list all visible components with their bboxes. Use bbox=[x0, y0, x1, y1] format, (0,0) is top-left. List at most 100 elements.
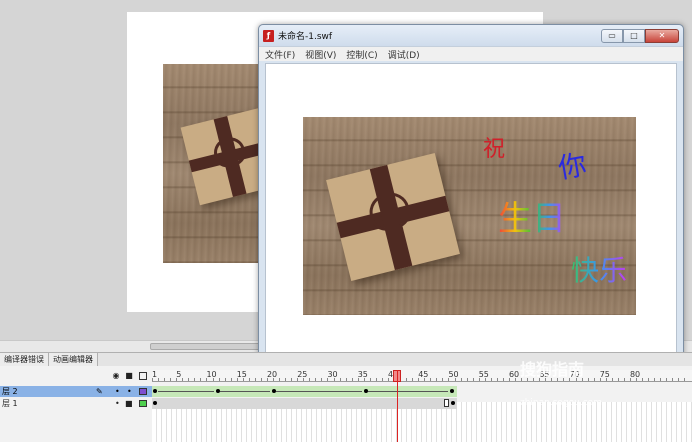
ruler-tick bbox=[617, 378, 619, 381]
ruler-label: 55 bbox=[478, 370, 489, 379]
ruler-tick bbox=[660, 378, 662, 381]
ruler-tick bbox=[285, 378, 287, 381]
layer-color-swatch[interactable] bbox=[139, 400, 147, 407]
ruler-tick bbox=[490, 378, 492, 381]
ruler-tick bbox=[678, 378, 680, 381]
ruler-tick bbox=[496, 378, 498, 381]
ruler-tick bbox=[460, 378, 462, 381]
ruler-tick bbox=[182, 378, 184, 381]
ruler-tick bbox=[648, 378, 650, 381]
visible-dot-icon[interactable]: • bbox=[115, 386, 120, 397]
ruler-tick bbox=[200, 378, 202, 381]
movie-image: 祝 你 生日 快乐 bbox=[303, 117, 636, 315]
ruler-tick bbox=[279, 378, 281, 381]
player-canvas: 祝 你 生日 快乐 bbox=[265, 63, 677, 363]
visible-dot-icon[interactable]: • bbox=[115, 398, 120, 409]
ruler-label: 50 bbox=[448, 370, 459, 379]
ruler-tick bbox=[666, 378, 668, 381]
gift-box-image bbox=[326, 152, 460, 282]
ruler-tick bbox=[218, 378, 220, 381]
ruler-label: 10 bbox=[206, 370, 217, 379]
menu-view[interactable]: 视图(V) bbox=[305, 48, 336, 61]
ruler-label: 20 bbox=[266, 370, 278, 379]
ruler-tick bbox=[587, 378, 589, 381]
lock-dot-icon[interactable]: • bbox=[127, 386, 132, 397]
ruler-tick bbox=[466, 378, 468, 381]
ruler-tick bbox=[345, 378, 347, 381]
ruler-tick bbox=[593, 378, 595, 381]
ruler-tick bbox=[684, 378, 686, 381]
restore-button[interactable]: □ bbox=[623, 28, 645, 43]
pencil-icon: ✎ bbox=[96, 387, 103, 396]
frames-layer-1[interactable] bbox=[152, 398, 457, 409]
close-button[interactable]: ✕ bbox=[645, 28, 679, 43]
lock-icon[interactable]: ■ bbox=[125, 372, 133, 380]
ruler-tick bbox=[369, 378, 371, 381]
ruler-label: 25 bbox=[297, 370, 308, 379]
ruler-label: 15 bbox=[236, 370, 247, 379]
lock-icon[interactable]: ■ bbox=[125, 398, 133, 409]
ruler-tick bbox=[381, 378, 383, 381]
ruler-tick bbox=[170, 378, 172, 381]
ruler-tick bbox=[158, 378, 160, 381]
tab-motion-editor[interactable]: 动画编辑器 bbox=[49, 353, 98, 366]
outline-icon[interactable] bbox=[139, 372, 147, 380]
panel-tabs: 编译器错误 动画编辑器 bbox=[0, 352, 692, 366]
ruler-tick bbox=[248, 378, 250, 381]
menu-file[interactable]: 文件(F) bbox=[265, 48, 295, 61]
ruler-tick bbox=[430, 378, 432, 381]
ruler-label: 5 bbox=[176, 370, 182, 379]
ruler-tick bbox=[412, 378, 414, 381]
eye-icon[interactable]: ◉ bbox=[112, 372, 120, 380]
tween-frames-layer-2[interactable] bbox=[152, 386, 457, 397]
ruler-tick bbox=[254, 378, 256, 381]
greeting-text-3: 生日 bbox=[498, 191, 566, 240]
timeline-ruler[interactable]: 15101520253035404550556065707580 bbox=[152, 370, 692, 382]
ruler-tick bbox=[309, 378, 311, 381]
ruler-label: 30 bbox=[327, 370, 338, 379]
ruler-tick bbox=[164, 378, 166, 381]
ruler-tick bbox=[406, 378, 408, 381]
greeting-text-1: 祝 bbox=[483, 137, 506, 162]
greeting-text-2: 你 bbox=[555, 147, 589, 186]
ruler-label: 35 bbox=[357, 370, 368, 379]
ruler-tick bbox=[188, 378, 190, 381]
watermark-url: zhinan.sogou.com bbox=[520, 398, 602, 408]
menu-debug[interactable]: 调试(D) bbox=[388, 48, 420, 61]
tab-compiler-errors[interactable]: 编译器错误 bbox=[0, 353, 49, 366]
ruler-tick bbox=[375, 378, 377, 381]
ruler-label: 1 bbox=[152, 370, 158, 379]
player-titlebar[interactable]: ƒ 未命名-1.swf ▭ □ ✕ bbox=[259, 25, 683, 46]
menu-control[interactable]: 控制(C) bbox=[346, 48, 377, 61]
ruler-tick bbox=[321, 378, 323, 381]
ruler-tick bbox=[672, 378, 674, 381]
layer-row[interactable]: 层 2 ✎ • • bbox=[0, 386, 152, 397]
ruler-tick bbox=[315, 378, 317, 381]
ruler-tick bbox=[472, 378, 474, 381]
greeting-text-4: 快乐 bbox=[571, 249, 627, 289]
flash-player-window[interactable]: ƒ 未命名-1.swf ▭ □ ✕ 文件(F) 视图(V) 控制(C) 调试(D… bbox=[258, 24, 684, 372]
stage-photo[interactable] bbox=[163, 64, 273, 263]
ruler-tick bbox=[623, 378, 625, 381]
player-menubar: 文件(F) 视图(V) 控制(C) 调试(D) bbox=[259, 46, 683, 61]
ruler-tick bbox=[194, 378, 196, 381]
ruler-tick bbox=[502, 378, 504, 381]
scrollbar-thumb[interactable] bbox=[150, 343, 260, 350]
ruler-tick bbox=[642, 378, 644, 381]
ruler-label: 80 bbox=[629, 370, 641, 379]
ruler-tick bbox=[351, 378, 353, 381]
layer-row[interactable]: 层 1 • ■ bbox=[0, 398, 152, 409]
ruler-tick bbox=[339, 378, 341, 381]
playhead-line bbox=[397, 370, 398, 442]
ruler-tick bbox=[230, 378, 232, 381]
ruler-label: 45 bbox=[418, 370, 429, 379]
ruler-tick bbox=[442, 378, 444, 381]
layer-color-swatch[interactable] bbox=[139, 388, 147, 395]
window-title: 未命名-1.swf bbox=[278, 32, 333, 42]
minimize-button[interactable]: ▭ bbox=[601, 28, 623, 43]
ruler-label: 75 bbox=[599, 370, 610, 379]
layer-header: ◉ ■ bbox=[0, 370, 152, 382]
watermark-logo: 搜狗指南 bbox=[520, 360, 585, 379]
ruler-tick bbox=[654, 378, 656, 381]
ruler-tick bbox=[436, 378, 438, 381]
